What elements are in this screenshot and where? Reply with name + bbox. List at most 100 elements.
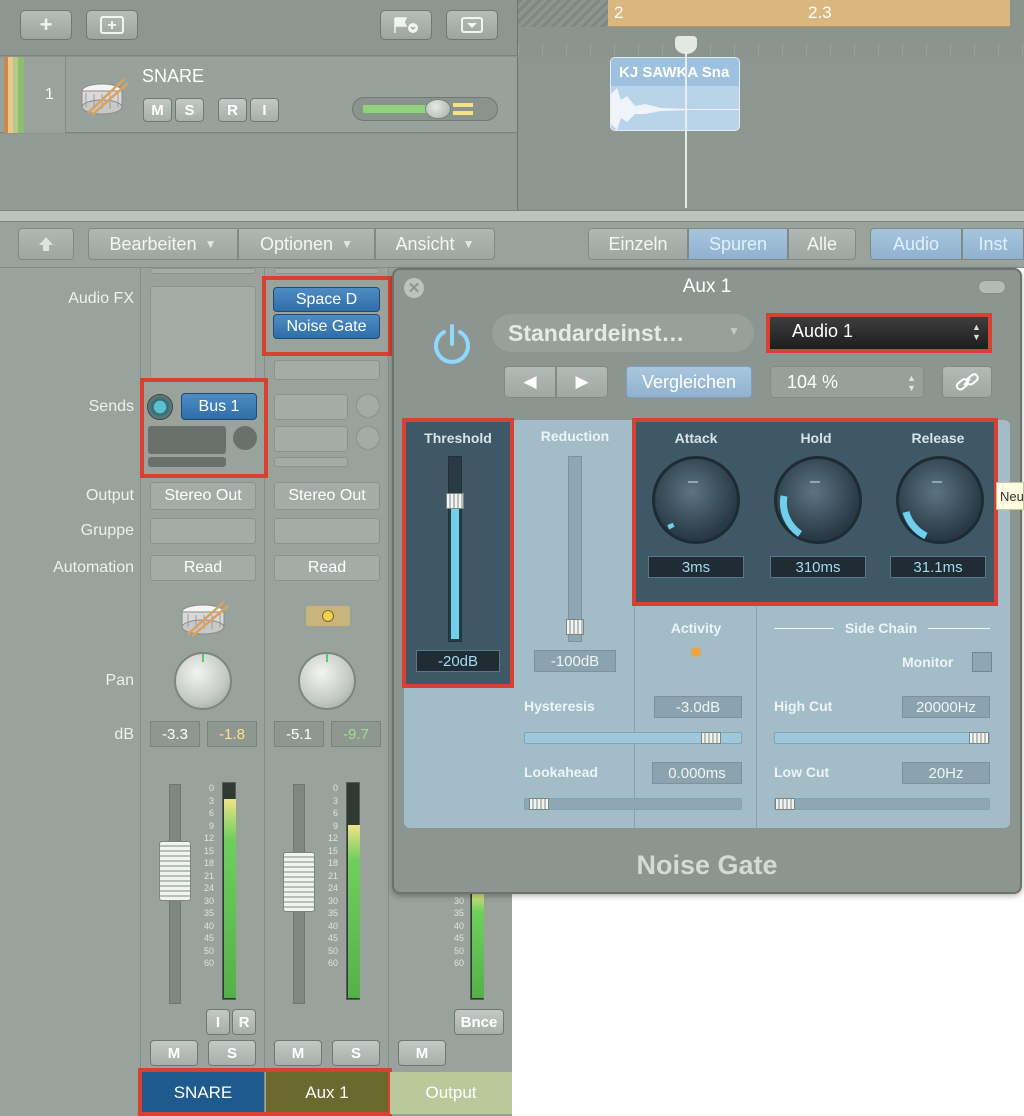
close-icon[interactable]: ✕: [404, 278, 424, 298]
send-knob-empty[interactable]: [356, 426, 380, 450]
plugin-slot-noise-gate[interactable]: Noise Gate: [273, 314, 380, 339]
send-level-knob[interactable]: [147, 394, 173, 420]
hysteresis-slider[interactable]: [524, 732, 742, 744]
peak-db-display[interactable]: -1.8: [207, 721, 257, 747]
threshold-thumb[interactable]: [446, 493, 464, 509]
send-slot-empty[interactable]: [274, 426, 348, 452]
flag-icon: [394, 17, 418, 33]
bounce-button[interactable]: Bnce: [454, 1009, 504, 1035]
filter-audio-button[interactable]: Audio: [870, 228, 962, 260]
filter-inst-button[interactable]: Inst: [962, 228, 1024, 260]
window-zoom-button[interactable]: [978, 280, 1006, 294]
add-track-button[interactable]: +: [20, 10, 72, 40]
track-name[interactable]: SNARE: [142, 66, 204, 87]
threshold-slider[interactable]: [446, 456, 464, 642]
automation-mode-selector[interactable]: Read: [274, 555, 380, 581]
plugin-slot-space-d[interactable]: Space D: [273, 287, 380, 312]
view-alle-button[interactable]: Alle: [788, 228, 856, 260]
reduction-value[interactable]: -100dB: [534, 650, 616, 672]
view-spuren-button[interactable]: Spuren: [688, 228, 788, 260]
input-button[interactable]: I: [206, 1009, 230, 1035]
strip-mute-button[interactable]: M: [398, 1040, 446, 1066]
volume-knob[interactable]: [425, 99, 451, 119]
link-button[interactable]: [942, 366, 992, 398]
next-preset-button[interactable]: ▶: [556, 366, 608, 398]
hysteresis-value[interactable]: -3.0dB: [654, 696, 742, 718]
low-cut-label: Low Cut: [774, 764, 830, 780]
send-slot-empty[interactable]: [274, 394, 348, 420]
group-selector[interactable]: [150, 518, 256, 544]
track-volume-slider[interactable]: [352, 97, 498, 121]
low-cut-value[interactable]: 20Hz: [902, 762, 990, 784]
row-label-db: dB: [114, 726, 134, 743]
send-slot-empty[interactable]: [148, 426, 226, 454]
strip-top-slot[interactable]: [274, 268, 380, 274]
audio-fx-slot[interactable]: [150, 286, 256, 382]
low-cut-slider[interactable]: [774, 798, 990, 810]
low-cut-thumb[interactable]: [775, 798, 795, 810]
view-einzeln-button[interactable]: Einzeln: [588, 228, 688, 260]
automation-mode-selector[interactable]: Read: [150, 555, 256, 581]
threshold-value[interactable]: -20dB: [416, 650, 500, 672]
reduction-thumb[interactable]: [566, 619, 584, 635]
group-selector[interactable]: [274, 518, 380, 544]
peak-db-display[interactable]: -9.7: [331, 721, 381, 747]
preset-menu[interactable]: Standardeinst…: [492, 314, 754, 352]
send-slot-empty[interactable]: [274, 457, 348, 467]
track-input-monitor-button[interactable]: I: [250, 98, 279, 122]
track-record-button[interactable]: R: [218, 98, 247, 122]
high-cut-slider[interactable]: [774, 732, 990, 744]
arrange-area[interactable]: KJ SAWKA Sna: [517, 57, 1024, 210]
strip-name-output[interactable]: Output: [390, 1072, 512, 1114]
track-mute-button[interactable]: M: [143, 98, 172, 122]
zoom-selector[interactable]: 104 % ▲ ▼: [770, 366, 924, 398]
lookahead-thumb[interactable]: [529, 798, 549, 810]
high-cut-value[interactable]: 20000Hz: [902, 696, 990, 718]
menu-optionen[interactable]: Optionen ▼: [238, 228, 375, 260]
side-chain-selector[interactable]: Audio 1: [770, 317, 988, 349]
flag-menu-button[interactable]: [380, 10, 432, 40]
track-solo-button[interactable]: S: [175, 98, 204, 122]
lookahead-value[interactable]: 0.000ms: [652, 762, 742, 784]
track-list-dropdown[interactable]: [446, 10, 498, 40]
output-selector[interactable]: Stereo Out: [274, 482, 380, 510]
release-value[interactable]: 31.1ms: [890, 556, 986, 578]
volume-fader-handle[interactable]: [283, 852, 315, 912]
high-cut-thumb[interactable]: [969, 732, 989, 744]
volume-db-display[interactable]: -3.3: [150, 721, 200, 747]
hysteresis-thumb[interactable]: [701, 732, 721, 744]
power-icon[interactable]: [430, 322, 474, 368]
send-bus-1[interactable]: Bus 1: [181, 393, 257, 420]
new-folder-button[interactable]: [86, 10, 138, 40]
send-knob-empty[interactable]: [233, 426, 257, 450]
hold-value[interactable]: 310ms: [770, 556, 866, 578]
pane-splitter[interactable]: [0, 210, 1024, 222]
volume-db-display[interactable]: -5.1: [274, 721, 324, 747]
strip-solo-button[interactable]: S: [208, 1040, 256, 1066]
strip-mute-button[interactable]: M: [150, 1040, 198, 1066]
audio-fx-slot[interactable]: [274, 360, 380, 380]
strip-mute-button[interactable]: M: [274, 1040, 322, 1066]
record-enable-button[interactable]: R: [232, 1009, 256, 1035]
strip-top-slot[interactable]: [150, 268, 256, 274]
menu-ansicht[interactable]: Ansicht ▼: [375, 228, 495, 260]
timeline-ruler[interactable]: 2 2.3: [517, 0, 1024, 56]
lookahead-slider[interactable]: [524, 798, 742, 810]
attack-value[interactable]: 3ms: [648, 556, 744, 578]
volume-fader-handle[interactable]: [159, 841, 191, 901]
output-selector[interactable]: Stereo Out: [150, 482, 256, 510]
compare-button[interactable]: Vergleichen: [626, 366, 752, 398]
level-meter: [346, 782, 360, 1000]
meter-scale-tick: 50: [453, 945, 464, 956]
send-knob-empty[interactable]: [356, 394, 380, 418]
reduction-slider[interactable]: [566, 456, 584, 642]
audio-region[interactable]: KJ SAWKA Sna: [610, 57, 740, 131]
track-header-snare[interactable]: 1 SNARE M S R I: [0, 57, 517, 133]
menu-bearbeiten[interactable]: Bearbeiten ▼: [88, 228, 238, 260]
strip-solo-button[interactable]: S: [332, 1040, 380, 1066]
send-slot-empty[interactable]: [148, 457, 226, 467]
previous-preset-button[interactable]: ◀: [504, 366, 556, 398]
up-level-button[interactable]: [18, 228, 74, 260]
monitor-checkbox[interactable]: [972, 652, 992, 672]
cycle-region[interactable]: 2 2.3: [608, 0, 1010, 27]
